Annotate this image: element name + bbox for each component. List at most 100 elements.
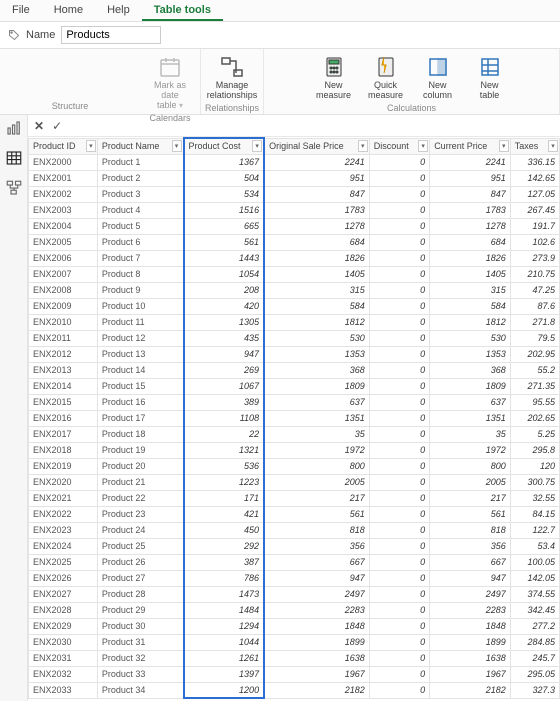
- cell-disc[interactable]: 0: [369, 634, 429, 650]
- cell-cost[interactable]: 1223: [184, 474, 265, 490]
- cell-curr[interactable]: 2241: [430, 154, 511, 170]
- cell-id[interactable]: ENX2031: [29, 650, 98, 666]
- cell-tax[interactable]: 84.15: [510, 506, 559, 522]
- col-header-product-name[interactable]: Product Name▾: [97, 138, 183, 154]
- cell-id[interactable]: ENX2027: [29, 586, 98, 602]
- cell-id[interactable]: ENX2014: [29, 378, 98, 394]
- commit-icon[interactable]: ✓: [52, 120, 62, 132]
- cell-disc[interactable]: 0: [369, 490, 429, 506]
- cell-curr[interactable]: 356: [430, 538, 511, 554]
- model-view-icon[interactable]: [5, 179, 23, 197]
- table-row[interactable]: ENX2014Product 151067180901809271.35: [29, 378, 560, 394]
- cell-cost[interactable]: 1108: [184, 410, 265, 426]
- cell-orig[interactable]: 800: [264, 458, 369, 474]
- cell-disc[interactable]: 0: [369, 186, 429, 202]
- cell-curr[interactable]: 684: [430, 234, 511, 250]
- cell-curr[interactable]: 2005: [430, 474, 511, 490]
- cell-tax[interactable]: 342.45: [510, 602, 559, 618]
- col-header-discount[interactable]: Discount▾: [369, 138, 429, 154]
- cell-cost[interactable]: 1516: [184, 202, 265, 218]
- cell-curr[interactable]: 667: [430, 554, 511, 570]
- col-header-taxes[interactable]: Taxes▾: [510, 138, 559, 154]
- cell-name[interactable]: Product 25: [97, 538, 183, 554]
- cell-disc[interactable]: 0: [369, 298, 429, 314]
- cell-cost[interactable]: 421: [184, 506, 265, 522]
- cell-disc[interactable]: 0: [369, 618, 429, 634]
- cell-name[interactable]: Product 34: [97, 682, 183, 698]
- cell-tax[interactable]: 55.2: [510, 362, 559, 378]
- cell-name[interactable]: Product 23: [97, 506, 183, 522]
- table-row[interactable]: ENX2003Product 41516178301783267.45: [29, 202, 560, 218]
- table-row[interactable]: ENX2027Product 281473249702497374.55: [29, 586, 560, 602]
- cell-id[interactable]: ENX2020: [29, 474, 98, 490]
- cell-cost[interactable]: 1054: [184, 266, 265, 282]
- cell-cost[interactable]: 561: [184, 234, 265, 250]
- cell-orig[interactable]: 1351: [264, 410, 369, 426]
- cell-curr[interactable]: 530: [430, 330, 511, 346]
- quick-measure-button[interactable]: Quickmeasure: [360, 51, 412, 101]
- cell-orig[interactable]: 356: [264, 538, 369, 554]
- cell-cost[interactable]: 1321: [184, 442, 265, 458]
- cell-cost[interactable]: 1367: [184, 154, 265, 170]
- cell-cost[interactable]: 786: [184, 570, 265, 586]
- chevron-down-icon[interactable]: ▾: [358, 140, 368, 152]
- cell-tax[interactable]: 142.65: [510, 170, 559, 186]
- cell-disc[interactable]: 0: [369, 538, 429, 554]
- cell-name[interactable]: Product 9: [97, 282, 183, 298]
- table-row[interactable]: ENX2022Product 23421561056184.15: [29, 506, 560, 522]
- cell-id[interactable]: ENX2023: [29, 522, 98, 538]
- cell-tax[interactable]: 122.7: [510, 522, 559, 538]
- cell-disc[interactable]: 0: [369, 586, 429, 602]
- chevron-down-icon[interactable]: ▾: [172, 140, 182, 152]
- table-row[interactable]: ENX2011Product 12435530053079.5: [29, 330, 560, 346]
- table-row[interactable]: ENX2033Product 341200218202182327.3: [29, 682, 560, 698]
- cell-disc[interactable]: 0: [369, 266, 429, 282]
- tab-help[interactable]: Help: [95, 0, 142, 21]
- table-row[interactable]: ENX2006Product 71443182601826273.9: [29, 250, 560, 266]
- cell-disc[interactable]: 0: [369, 330, 429, 346]
- cancel-icon[interactable]: ✕: [34, 120, 44, 132]
- cell-cost[interactable]: 1443: [184, 250, 265, 266]
- table-row[interactable]: ENX2000Product 11367224102241336.15: [29, 154, 560, 170]
- cell-disc[interactable]: 0: [369, 202, 429, 218]
- table-row[interactable]: ENX2028Product 291484228302283342.45: [29, 602, 560, 618]
- table-row[interactable]: ENX2012Product 13947135301353202.95: [29, 346, 560, 362]
- cell-id[interactable]: ENX2025: [29, 554, 98, 570]
- cell-orig[interactable]: 1809: [264, 378, 369, 394]
- cell-name[interactable]: Product 10: [97, 298, 183, 314]
- cell-curr[interactable]: 368: [430, 362, 511, 378]
- cell-cost[interactable]: 420: [184, 298, 265, 314]
- table-row[interactable]: ENX2030Product 311044189901899284.85: [29, 634, 560, 650]
- cell-tax[interactable]: 102.6: [510, 234, 559, 250]
- cell-name[interactable]: Product 15: [97, 378, 183, 394]
- cell-curr[interactable]: 1638: [430, 650, 511, 666]
- cell-id[interactable]: ENX2029: [29, 618, 98, 634]
- cell-name[interactable]: Product 5: [97, 218, 183, 234]
- cell-disc[interactable]: 0: [369, 170, 429, 186]
- tab-file[interactable]: File: [0, 0, 42, 21]
- cell-curr[interactable]: 561: [430, 506, 511, 522]
- cell-cost[interactable]: 1294: [184, 618, 265, 634]
- table-row[interactable]: ENX2024Product 25292356035653.4: [29, 538, 560, 554]
- table-row[interactable]: ENX2018Product 191321197201972295.8: [29, 442, 560, 458]
- cell-tax[interactable]: 79.5: [510, 330, 559, 346]
- cell-disc[interactable]: 0: [369, 362, 429, 378]
- cell-cost[interactable]: 1484: [184, 602, 265, 618]
- cell-cost[interactable]: 208: [184, 282, 265, 298]
- cell-curr[interactable]: 2497: [430, 586, 511, 602]
- cell-cost[interactable]: 504: [184, 170, 265, 186]
- cell-name[interactable]: Product 28: [97, 586, 183, 602]
- cell-cost[interactable]: 387: [184, 554, 265, 570]
- cell-id[interactable]: ENX2007: [29, 266, 98, 282]
- table-row[interactable]: ENX2031Product 321261163801638245.7: [29, 650, 560, 666]
- cell-cost[interactable]: 269: [184, 362, 265, 378]
- cell-orig[interactable]: 684: [264, 234, 369, 250]
- table-row[interactable]: ENX2004Product 5665127801278191.7: [29, 218, 560, 234]
- cell-orig[interactable]: 1405: [264, 266, 369, 282]
- chevron-down-icon[interactable]: ▾: [548, 140, 558, 152]
- col-header-original-price[interactable]: Original Sale Price▾: [264, 138, 369, 154]
- cell-id[interactable]: ENX2033: [29, 682, 98, 698]
- cell-orig[interactable]: 1967: [264, 666, 369, 682]
- cell-disc[interactable]: 0: [369, 314, 429, 330]
- cell-name[interactable]: Product 16: [97, 394, 183, 410]
